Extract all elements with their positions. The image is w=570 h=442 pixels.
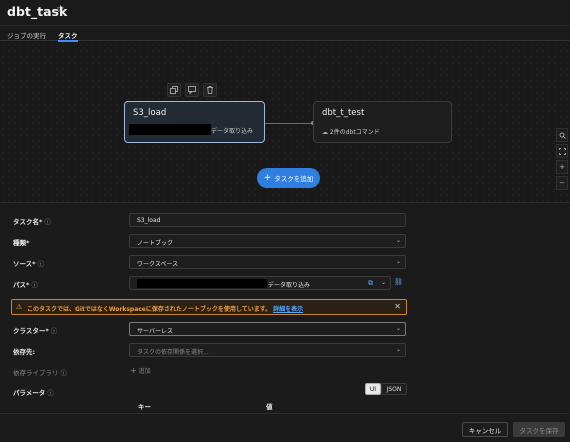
copy-icon[interactable] (167, 83, 181, 97)
field-value: データ取り込み (268, 282, 311, 289)
chevron-down-icon: ⌄ (380, 279, 386, 286)
task-node-dbt-t-test[interactable]: dbt_t_test ☁ 2件のdbtコマンド (313, 101, 452, 143)
field-value: ワークスペース (137, 261, 179, 268)
add-task-button[interactable]: + タスクを追加 (257, 168, 320, 188)
link-icon[interactable]: ⛓ (394, 278, 403, 286)
info-icon[interactable]: ⓘ (31, 281, 38, 289)
depends-on-label: 依存先: (13, 346, 35, 356)
task-form: タスク名* ⓘ S3_load 種類* ノートブック ⌄ ソース* ⓘ ワークスペー… (0, 202, 570, 412)
zoom-out-icon[interactable]: − (556, 176, 568, 190)
label-text: パラメータ (13, 389, 46, 397)
type-label: 種類* (13, 237, 29, 247)
button-label: キャンセル (468, 426, 502, 435)
task-node-s3-load[interactable]: S3_load データ取り込み (124, 101, 265, 143)
path-input[interactable]: データ取り込み ⧉ ⌄ (129, 276, 391, 290)
plus-icon: + (263, 173, 272, 183)
column-key: キー (138, 403, 151, 411)
source-label: ソース* ⓘ (13, 258, 44, 268)
info-icon[interactable]: ⓘ (44, 218, 51, 226)
warning-icon: ⚠ (16, 303, 23, 311)
cluster-select[interactable]: サーバーレス ⌄ (129, 322, 406, 336)
label-text: クラスター* (13, 327, 49, 335)
footer-bar: キャンセル タスクを保存 (0, 413, 570, 442)
label-text: 依存ライブラリ (13, 369, 59, 377)
chevron-down-icon: ⌄ (395, 258, 401, 265)
comment-icon[interactable] (185, 83, 199, 97)
field-value: S3_load (137, 217, 161, 224)
add-library-label: 追加 (138, 368, 151, 375)
field-placeholder: タスクの依存関係を選択... (137, 349, 209, 356)
type-select[interactable]: ノートブック ⌄ (129, 234, 406, 248)
node-title: S3_load (133, 108, 167, 118)
trash-icon[interactable] (203, 83, 217, 97)
label-text: 依存先: (13, 348, 36, 356)
label-text: 種類* (13, 239, 30, 247)
field-value: サーバーレス (137, 328, 173, 335)
add-library-button[interactable]: + 追加 (130, 366, 151, 375)
warning-text-row: このタスクでは、GitではなくWorkspaceに保存されたノートブックを使用し… (27, 304, 303, 313)
column-value: 値 (266, 403, 273, 411)
node-subtitle: データ取り込み (211, 128, 254, 135)
zoom-in-icon[interactable]: + (556, 160, 568, 174)
warning-text: このタスクでは、GitではなくWorkspaceに保存されたノートブックを使用し… (27, 306, 272, 313)
details-link[interactable]: 詳細を表示 (273, 306, 303, 313)
dag-canvas[interactable]: S3_load データ取り込み dbt_t_test ☁ 2件のdbtコマンド … (0, 42, 570, 202)
info-icon[interactable]: ⓘ (51, 327, 58, 335)
toggle-ui[interactable]: UI (365, 383, 381, 395)
node-title: dbt_t_test (322, 108, 365, 118)
close-icon[interactable]: ✕ (394, 302, 401, 311)
tab-label: タスク (58, 32, 78, 40)
task-name-label: タスク名* ⓘ (13, 216, 51, 226)
toggle-label: JSON (386, 385, 402, 393)
tab-job-runs[interactable]: ジョブの実行 (7, 30, 46, 40)
chevron-down-icon: ⌄ (395, 237, 401, 244)
label-text: タスク名* (13, 218, 43, 226)
external-link-icon[interactable]: ⧉ (368, 279, 373, 288)
task-name-input[interactable]: S3_load (129, 213, 406, 227)
redacted-block (137, 279, 267, 288)
dag-edge (265, 123, 313, 124)
info-icon[interactable]: ⓘ (61, 369, 68, 377)
node-subtitle-row: ☁ 2件のdbtコマンド (322, 127, 380, 136)
search-icon[interactable] (556, 128, 568, 142)
path-label: パス* ⓘ (13, 279, 38, 289)
toggle-label: UI (369, 385, 377, 393)
cloud-icon: ☁ (322, 129, 328, 136)
parameters-label: パラメータ ⓘ (13, 387, 54, 397)
warning-banner: ⚠ このタスクでは、GitではなくWorkspaceに保存されたノートブックを使… (11, 299, 407, 315)
label-text: ソース* (13, 260, 36, 268)
node-subtitle: 2件のdbtコマンド (329, 129, 380, 136)
redacted-block (129, 124, 211, 135)
node-toolbar (167, 83, 222, 97)
info-icon[interactable]: ⓘ (38, 260, 45, 268)
star-icon[interactable]: ☆ (56, 4, 65, 15)
tab-tasks[interactable]: タスク (58, 30, 78, 42)
page-header: dbt_task ☆ (0, 0, 570, 26)
plus-icon: + (130, 366, 137, 375)
cancel-button[interactable]: キャンセル (462, 422, 508, 437)
depends-on-select[interactable]: タスクの依存関係を選択... ⌄ (129, 343, 406, 357)
cluster-label: クラスター* ⓘ (13, 325, 57, 335)
chevron-down-icon: ⌄ (395, 325, 401, 332)
label-text: パス* (13, 281, 30, 289)
button-label: タスクを保存 (519, 426, 559, 435)
chevron-down-icon: ⌄ (395, 346, 401, 353)
save-task-button[interactable]: タスクを保存 (513, 422, 565, 437)
toggle-json[interactable]: JSON (381, 383, 407, 395)
fit-icon[interactable] (556, 144, 568, 158)
tab-label: ジョブの実行 (7, 32, 46, 40)
tab-bar: ジョブの実行 タスク (0, 27, 570, 42)
info-icon[interactable]: ⓘ (47, 389, 54, 397)
field-value: ノートブック (137, 240, 174, 247)
canvas-tools: + − (556, 128, 568, 192)
add-task-label: タスクを追加 (274, 175, 314, 183)
libraries-label: 依存ライブラリ ⓘ (13, 367, 67, 377)
source-select[interactable]: ワークスペース ⌄ (129, 255, 406, 269)
